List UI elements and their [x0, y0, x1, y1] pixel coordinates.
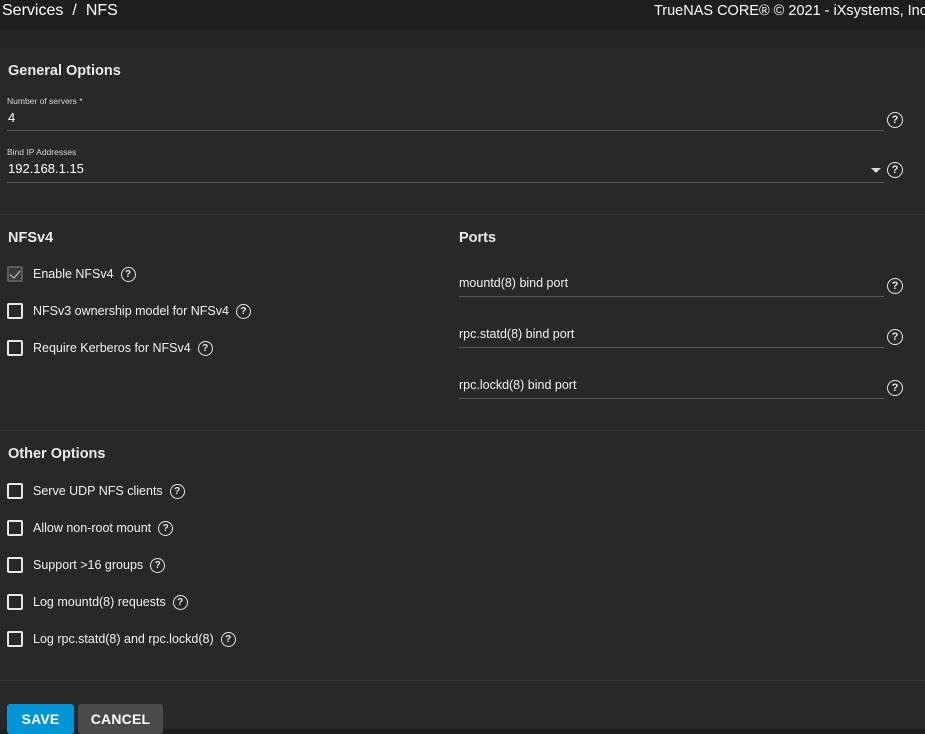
log-statd-lockd-option[interactable]: Log rpc.statd(8) and rpc.lockd(8) ? — [7, 629, 236, 649]
ports-title: Ports — [459, 230, 497, 246]
bind-ip-help-icon[interactable]: ? — [887, 162, 903, 178]
bind-ip-select[interactable]: 192.168.1.15 — [8, 161, 84, 176]
allow-nonroot-help-icon[interactable]: ? — [158, 520, 174, 536]
nfsv3-ownership-checkbox[interactable] — [7, 303, 23, 319]
servers-input-underline — [7, 130, 884, 131]
checkbox-label: Serve UDP NFS clients — [33, 484, 163, 498]
statd-port-help-icon[interactable]: ? — [887, 329, 903, 345]
mountd-port-underline — [459, 296, 884, 297]
servers-help-icon[interactable]: ? — [887, 112, 903, 128]
statd-port-underline — [459, 347, 884, 348]
lockd-port-underline — [459, 398, 884, 399]
checkbox-label: NFSv3 ownership model for NFSv4 — [33, 304, 229, 318]
nfsv4-title: NFSv4 — [8, 230, 54, 246]
general-options-title: General Options — [8, 63, 121, 79]
log-statd-lockd-help-icon[interactable]: ? — [220, 631, 236, 647]
serve-udp-checkbox[interactable] — [7, 483, 23, 499]
allow-nonroot-option[interactable]: Allow non-root mount ? — [7, 518, 174, 538]
breadcrumb-services-link[interactable]: Services — [2, 2, 63, 19]
section-divider — [0, 214, 925, 215]
bind-ip-underline — [7, 182, 884, 183]
checkbox-label: Log mountd(8) requests — [33, 595, 166, 609]
checkbox-label: Allow non-root mount — [33, 521, 152, 535]
lockd-port-help-icon[interactable]: ? — [887, 380, 903, 396]
nfsv3-ownership-option[interactable]: NFSv3 ownership model for NFSv4 ? — [7, 301, 251, 321]
require-kerberos-checkbox[interactable] — [7, 340, 23, 356]
servers-label: Number of servers * — [7, 96, 83, 106]
log-mountd-option[interactable]: Log mountd(8) requests ? — [7, 592, 188, 612]
nfsv3-ownership-help-icon[interactable]: ? — [235, 303, 251, 319]
support-16-groups-checkbox[interactable] — [7, 557, 23, 573]
enable-nfsv4-help-icon[interactable]: ? — [120, 266, 136, 282]
allow-nonroot-checkbox[interactable] — [7, 520, 23, 536]
checkbox-label: Enable NFSv4 — [33, 267, 114, 281]
breadcrumb-current: NFS — [85, 2, 118, 19]
header-band — [0, 30, 925, 46]
section-divider — [0, 430, 925, 431]
chevron-down-icon[interactable] — [871, 168, 881, 173]
lockd-port-input[interactable]: rpc.lockd(8) bind port — [459, 378, 576, 392]
breadcrumb-separator: / — [72, 2, 77, 19]
enable-nfsv4-checkbox[interactable] — [7, 266, 23, 282]
copyright-text: TrueNAS CORE® © 2021 - iXsystems, Inc — [653, 3, 925, 19]
require-kerberos-option[interactable]: Require Kerberos for NFSv4 ? — [7, 338, 213, 358]
statd-port-input[interactable]: rpc.statd(8) bind port — [459, 327, 574, 341]
log-mountd-checkbox[interactable] — [7, 594, 23, 610]
log-mountd-help-icon[interactable]: ? — [172, 594, 188, 610]
checkbox-label: Support >16 groups — [33, 558, 144, 572]
serve-udp-help-icon[interactable]: ? — [169, 483, 185, 499]
support-16-groups-help-icon[interactable]: ? — [150, 557, 166, 573]
save-button[interactable]: SAVE — [7, 704, 74, 734]
cancel-button[interactable]: CANCEL — [78, 704, 163, 734]
top-bar: Services / NFS TrueNAS CORE® © 2021 - iXsy… — [0, 0, 925, 30]
other-options-title: Other Options — [8, 446, 106, 462]
enable-nfsv4-option[interactable]: Enable NFSv4 ? — [7, 264, 136, 284]
require-kerberos-help-icon[interactable]: ? — [197, 340, 213, 356]
section-divider — [0, 680, 925, 681]
checkbox-label: Log rpc.statd(8) and rpc.lockd(8) — [33, 632, 214, 646]
support-16-groups-option[interactable]: Support >16 groups ? — [7, 555, 166, 575]
checkbox-label: Require Kerberos for NFSv4 — [33, 341, 191, 355]
mountd-port-help-icon[interactable]: ? — [887, 278, 903, 294]
servers-input[interactable]: 4 — [8, 110, 15, 125]
log-statd-lockd-checkbox[interactable] — [7, 631, 23, 647]
bind-ip-label: Bind IP Addresses — [7, 147, 77, 157]
serve-udp-option[interactable]: Serve UDP NFS clients ? — [7, 481, 185, 501]
nfs-settings-card: General Options Number of servers * 4 ? … — [0, 46, 925, 734]
breadcrumb: Services / NFS — [2, 2, 118, 20]
mountd-port-input[interactable]: mountd(8) bind port — [459, 276, 568, 290]
